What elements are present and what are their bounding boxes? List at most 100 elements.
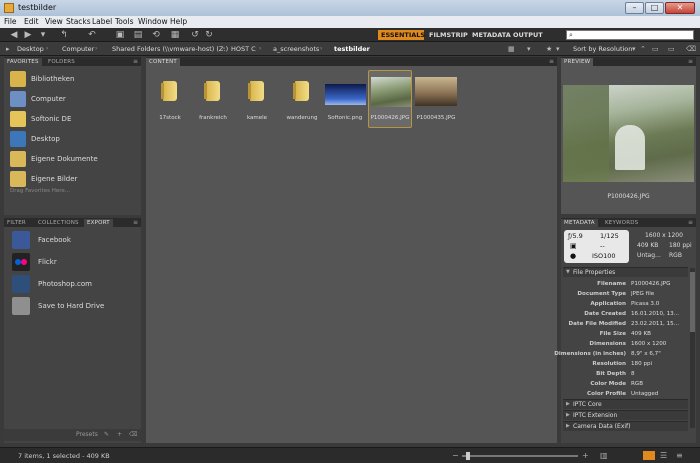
rotate-left-icon[interactable]: ↺ [190,29,200,41]
menu-label[interactable]: Label [92,17,112,26]
content-item-p1000426[interactable]: P1000426.JPG [368,70,412,128]
favorite-item-computer[interactable]: Computer [4,89,141,109]
view-as-details-icon[interactable]: ☰ [660,451,667,460]
property-key: Bit Depth [596,371,626,377]
export-item-photoshop[interactable]: Photoshop.com [4,273,141,295]
add-preset-icon[interactable]: + [117,431,122,438]
workspace-essentials[interactable]: ESSENTIALS [378,30,425,40]
open-recent-folder-icon[interactable]: ▭ [668,45,675,53]
menu-window[interactable]: Window [138,17,168,26]
section-iptc-core[interactable]: ▶ IPTC Core [563,399,688,409]
preview-image[interactable] [563,85,694,182]
breadcrumb-testbilder[interactable]: testbilder [334,45,370,53]
image-info-placard: 1600 x 1200 409 KB 180 ppi Untag... RGB [631,230,693,263]
content-item-softonic-png[interactable]: Softonic.png [323,71,367,129]
go-up-icon[interactable]: ↰ [58,29,70,41]
panel-menu-icon[interactable]: ≡ [549,58,554,65]
trash-icon[interactable]: ⌫ [686,45,696,53]
content-item-17stock[interactable]: 17stock [148,71,192,129]
minimize-button[interactable]: – [625,2,644,14]
view-as-list-icon[interactable]: ≡ [676,451,683,460]
tab-collections[interactable]: COLLECTIONS [35,219,82,227]
image-thumbnail [371,77,411,107]
tab-metadata[interactable]: METADATA [561,219,598,227]
breadcrumb-computer[interactable]: Computer [62,45,94,53]
maximize-button[interactable]: □ [645,2,664,14]
content-item-p1000435[interactable]: P1000435.JPG [414,71,458,129]
open-recent-icon[interactable]: ▦ [168,29,182,41]
folder-icon [10,111,26,127]
tab-preview[interactable]: PREVIEW [561,58,594,66]
workspace-output[interactable]: OUTPUT [510,30,550,40]
camera-download-icon[interactable]: ▣ [114,29,126,41]
tab-folders[interactable]: FOLDERS [45,58,78,66]
menu-view[interactable]: View [45,17,63,26]
scrollbar-thumb[interactable] [690,272,695,332]
thumbnail-size-slider[interactable] [462,455,578,457]
rotate-icon[interactable]: ⟲ [150,29,162,41]
content-item-kamele[interactable]: kamele [235,71,279,129]
trash-icon[interactable]: ⌫ [129,431,137,438]
menu-edit[interactable]: Edit [24,17,39,26]
star-filter-icon[interactable]: ★ [546,45,552,53]
workspace-metadata[interactable]: METADATA [469,30,511,40]
new-folder-icon[interactable]: ▭ [652,45,659,53]
breadcrumb-screenshots[interactable]: a_screenshots [273,45,319,53]
section-camera-data[interactable]: ▶ Camera Data (Exif) [563,421,688,431]
breadcrumb-host-c[interactable]: HOST C [231,45,256,53]
chevron-down-icon[interactable]: ▾ [527,45,531,53]
panel-menu-icon[interactable]: ≡ [133,58,138,65]
panel-menu-icon[interactable]: ≡ [688,58,693,65]
panel-menu-icon[interactable]: ≡ [688,219,693,226]
panel-menu-icon[interactable]: ≡ [133,219,138,226]
hard-drive-icon [12,297,30,315]
rotate-right-icon[interactable]: ↻ [204,29,214,41]
edit-preset-icon[interactable]: ✎ [104,431,109,438]
favorite-item-documents[interactable]: Eigene Dokumente [4,149,141,169]
menu-help[interactable]: Help [170,17,187,26]
sort-dropdown[interactable]: Sort by Resolution [573,45,632,53]
export-item-flickr[interactable]: Flickr [4,251,141,273]
breadcrumb-desktop[interactable]: Desktop [17,45,44,53]
menu-stacks[interactable]: Stacks [66,17,91,26]
zoom-out-icon[interactable]: − [452,451,459,460]
chevron-down-icon[interactable]: ▾ [38,29,48,41]
tab-favorites[interactable]: FAVORITES [4,58,42,66]
boomerang-icon[interactable]: ↶ [86,29,98,41]
forward-icon[interactable]: ▶ [22,29,34,41]
tab-content[interactable]: CONTENT [146,58,180,66]
back-icon[interactable]: ◀ [8,29,20,41]
favorite-item-desktop[interactable]: Desktop [4,129,141,149]
slider-thumb[interactable] [466,452,470,460]
favorite-item-softonic[interactable]: Softonic DE [4,109,141,129]
favorite-item-pictures[interactable]: Eigene Bilder [4,169,141,189]
metadata-scrollbar[interactable] [690,268,695,428]
workspace-filmstrip[interactable]: FILMSTRIP [426,30,468,40]
thumbnail-quality-icon[interactable]: ▦ [508,45,515,53]
export-item-facebook[interactable]: Facebook [4,229,141,251]
property-value: Picasa 3.0 [631,301,660,307]
zoom-in-icon[interactable]: + [582,451,589,460]
view-as-thumbnails-icon[interactable] [643,451,655,460]
menu-tools[interactable]: Tools [115,17,133,26]
property-value: 409 KB [631,331,651,337]
export-item-hard-drive[interactable]: Save to Hard Drive [4,295,141,317]
menu-file[interactable]: File [4,17,17,26]
breadcrumb-shared-folders[interactable]: Shared Folders (\\vmware-host) (Z:) [112,45,228,53]
content-item-wanderung[interactable]: wanderung [280,71,324,129]
section-iptc-extension[interactable]: ▶ IPTC Extension [563,410,688,420]
favorite-item-bibliotheken[interactable]: Bibliotheken [4,69,141,89]
lock-thumbnail-grid-icon[interactable]: ▥ [600,451,608,460]
favorite-label: Computer [31,95,66,103]
tab-filter[interactable]: FILTER [4,219,29,227]
chevron-down-icon[interactable]: ▾ [632,45,636,53]
content-item-frankreich[interactable]: frankreich [191,71,235,129]
sort-direction-icon[interactable]: ⌃ [640,45,646,53]
tab-keywords[interactable]: KEYWORDS [602,219,641,227]
search-input[interactable]: ⌕ [566,30,694,40]
section-file-properties[interactable]: ▼ File Properties [563,267,688,277]
refine-icon[interactable]: ▤ [132,29,144,41]
tab-export[interactable]: EXPORT [84,219,113,227]
close-button[interactable]: ✕ [665,2,695,14]
chevron-down-icon[interactable]: ▾ [556,45,560,53]
